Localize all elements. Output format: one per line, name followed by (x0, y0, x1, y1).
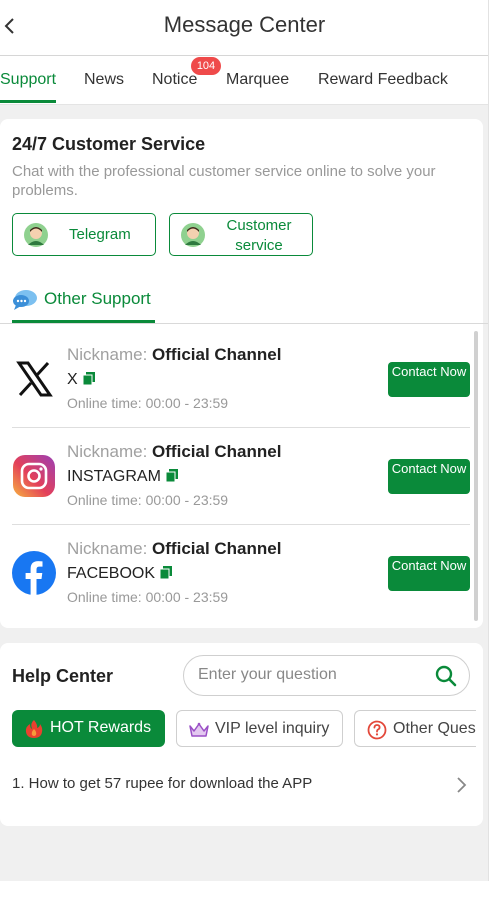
search-input[interactable] (198, 666, 418, 684)
tab-news[interactable]: News (84, 71, 124, 89)
chat-bubble-icon (13, 290, 37, 310)
search-icon[interactable] (435, 665, 457, 687)
help-center-title: Help Center (12, 666, 114, 686)
copy-icon[interactable] (160, 566, 173, 579)
agent-avatar-icon (24, 223, 48, 247)
question-circle-icon (367, 720, 387, 740)
faq-question: 1. How to get 57 rupee for download the … (12, 775, 313, 792)
faq-item[interactable]: 1. How to get 57 rupee for download the … (12, 771, 472, 799)
agent-avatar-icon (181, 223, 205, 247)
scrollbar[interactable] (474, 331, 478, 621)
other-support-label: Other Support (44, 289, 151, 308)
x-logo-icon (16, 361, 53, 397)
customer-service-description: Chat with the professional customer serv… (12, 163, 436, 199)
channel-nickname: Nickname: Official Channel (67, 539, 282, 558)
chevron-right-icon (457, 777, 467, 793)
contact-now-button[interactable]: Contact Now (388, 556, 470, 591)
chip-label: VIP level inquiry (215, 720, 330, 737)
copy-icon[interactable] (165, 469, 178, 482)
channel-row-instagram: Nickname: Official Channel INSTAGRAM Onl… (12, 428, 470, 525)
chip-hot-rewards[interactable]: HOT Rewards (12, 710, 165, 747)
instagram-logo-icon (13, 455, 55, 497)
channel-nickname: Nickname: Official Channel (67, 345, 282, 364)
channel-name: INSTAGRAM (67, 468, 178, 486)
copy-icon[interactable] (82, 372, 95, 385)
tab-reward-feedback[interactable]: Reward Feedback (318, 71, 448, 89)
notice-count-badge: 104 (191, 57, 221, 75)
header: Message Center (0, 0, 488, 56)
chip-other-questions[interactable]: Other Questions (354, 710, 476, 747)
crown-icon (189, 722, 209, 737)
channel-row-facebook: Nickname: Official Channel FACEBOOK Onli… (12, 525, 470, 622)
fire-icon (25, 720, 43, 738)
tab-support[interactable]: Support (0, 71, 56, 89)
tab-marquee[interactable]: Marquee (226, 71, 289, 89)
channel-nickname: Nickname: Official Channel (67, 442, 282, 461)
tab-bar: Support News Notice Marquee Reward Feedb… (0, 56, 488, 105)
tab-notice[interactable]: Notice (152, 71, 197, 89)
channel-online-time: Online time: 00:00 - 23:59 (67, 589, 229, 605)
facebook-logo-icon (12, 551, 56, 595)
chip-vip-level-inquiry[interactable]: VIP level inquiry (176, 710, 343, 747)
customer-service-label: Customer service (226, 217, 292, 254)
channel-name: FACEBOOK (67, 565, 173, 583)
channel-online-time: Online time: 00:00 - 23:59 (67, 492, 229, 508)
channel-row-x: Nickname: Official Channel X Online time… (12, 331, 470, 428)
chip-label: HOT Rewards (50, 719, 152, 736)
channel-name: X (67, 371, 95, 389)
channel-online-time: Online time: 00:00 - 23:59 (67, 395, 229, 411)
chip-label: Other Questions (393, 720, 476, 737)
message-center-screen: Message Center Support News Notice Marqu… (0, 0, 489, 881)
contact-now-button[interactable]: Contact Now (388, 362, 470, 397)
help-center-card: Help Center HOT Rewards VIP level inquir… (0, 643, 483, 826)
customer-service-title: 24/7 Customer Service (12, 134, 206, 154)
page-title: Message Center (163, 12, 326, 37)
contact-now-button[interactable]: Contact Now (388, 459, 470, 494)
telegram-label: Telegram (69, 226, 131, 243)
search-box (183, 655, 470, 696)
active-tab-indicator (0, 100, 56, 103)
telegram-button[interactable]: Telegram (12, 213, 156, 256)
customer-service-card: 24/7 Customer Service Chat with the prof… (0, 119, 488, 628)
customer-service-button[interactable]: Customer service (169, 213, 313, 256)
divider (0, 323, 488, 324)
